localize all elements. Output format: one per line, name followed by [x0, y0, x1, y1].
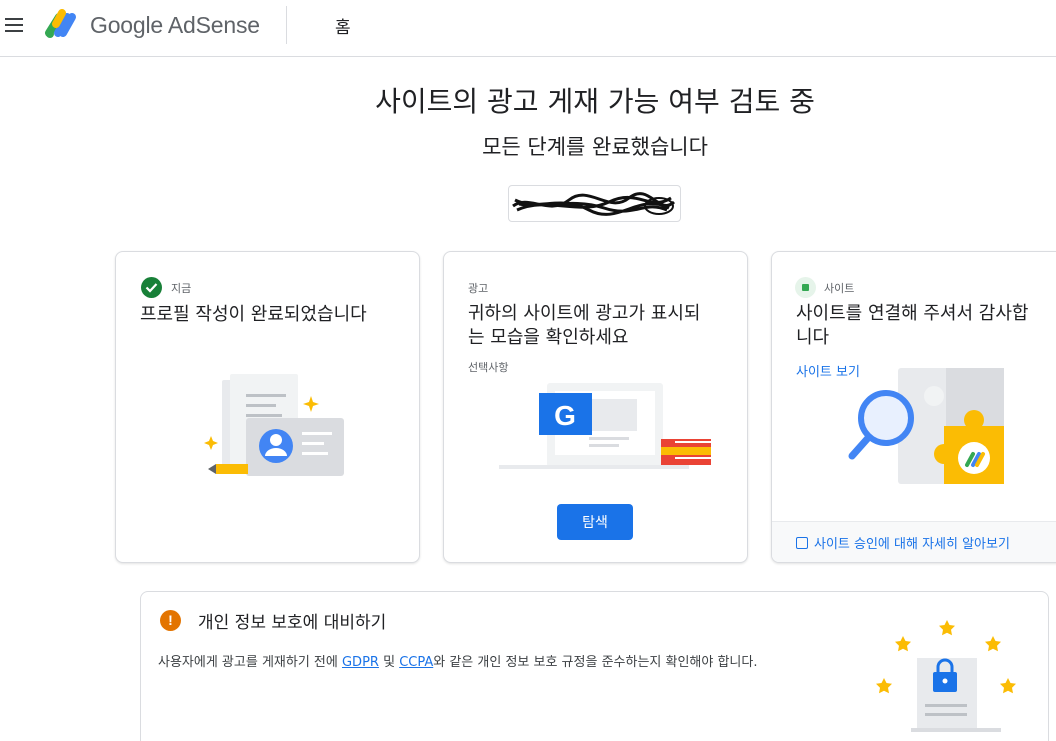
ads-card: 광고 귀하의 사이트에 광고가 표시되 는 모습을 확인하세요 선택사항 G 탐…: [443, 251, 748, 563]
site-card-title-line-1: 사이트를 연결해 주셔서 감사합: [796, 303, 1029, 324]
explore-button[interactable]: 탐색: [557, 504, 633, 540]
ads-card-title-line-2: 는 모습을 확인하세요: [468, 327, 629, 348]
privacy-text-after: 와 같은 개인 정보 보호 규정을 준수하는지 확인해야 합니다.: [433, 655, 758, 670]
site-card-title-line-2: 니다: [796, 327, 830, 348]
redacted-scribble-icon: [512, 192, 676, 216]
breadcrumb-home: 홈: [335, 18, 351, 38]
video-library-icon: [796, 537, 808, 549]
privacy-lock-illustration: [876, 620, 1016, 732]
top-app-bar: Google AdSense 홈: [0, 0, 1056, 57]
learn-site-approval-label: 사이트 승인에 대해 자세히 알아보기: [814, 537, 1010, 552]
adsense-logo-icon[interactable]: [44, 9, 80, 39]
page-subtitle: 모든 단계를 완료했습니다: [482, 135, 708, 159]
ccpa-link[interactable]: CCPA: [399, 655, 433, 670]
site-card: 사이트 사이트를 연결해 주셔서 감사합 니다 사이트 보기 사이트 승인에 대…: [771, 251, 1056, 563]
privacy-text-before: 사용자에게 광고를 게재하기 전에: [158, 655, 342, 670]
profile-card: 지금 프로필 작성이 완료되었습니다: [115, 251, 420, 563]
menu-icon[interactable]: [3, 14, 25, 36]
site-card-label: 사이트: [824, 282, 855, 295]
profile-card-label: 지금: [171, 282, 192, 295]
optional-label: 선택사항: [468, 361, 509, 374]
brand-name[interactable]: Google AdSense: [90, 12, 260, 39]
ads-card-title: 귀하의 사이트에 광고가 표시되 는 모습을 확인하세요: [468, 302, 738, 350]
gdpr-link[interactable]: GDPR: [342, 655, 379, 670]
ads-card-title-line-1: 귀하의 사이트에 광고가 표시되: [468, 303, 701, 324]
warning-icon: !: [160, 610, 181, 631]
site-card-footer: 사이트 승인에 대해 자세히 알아보기: [772, 521, 1056, 562]
check-circle-icon: [141, 277, 162, 298]
site-url-chip: [508, 185, 681, 222]
browser-ad-illustration: G: [499, 383, 711, 469]
site-card-title: 사이트를 연결해 주셔서 감사합 니다: [796, 302, 1056, 350]
profile-card-title: 프로필 작성이 완료되었습니다: [140, 304, 367, 325]
privacy-title: 개인 정보 보호에 대비하기: [198, 613, 387, 633]
profile-illustration: [204, 374, 344, 476]
privacy-panel: ! 개인 정보 보호에 대비하기 사용자에게 광고를 게재하기 전에 GDPR …: [140, 591, 1049, 741]
site-status-icon: [795, 277, 816, 298]
privacy-text-and: 및: [378, 655, 400, 670]
puzzle-search-illustration: [848, 368, 1004, 484]
learn-site-approval-link[interactable]: 사이트 승인에 대해 자세히 알아보기: [796, 533, 1010, 552]
ads-card-label: 광고: [468, 282, 489, 295]
header-divider: [286, 6, 287, 44]
page-title: 사이트의 광고 게재 가능 여부 검토 중: [375, 85, 815, 118]
privacy-description: 사용자에게 광고를 게재하기 전에 GDPR 및 CCPA와 같은 개인 정보 …: [158, 651, 757, 670]
svg-text:G: G: [554, 400, 576, 431]
